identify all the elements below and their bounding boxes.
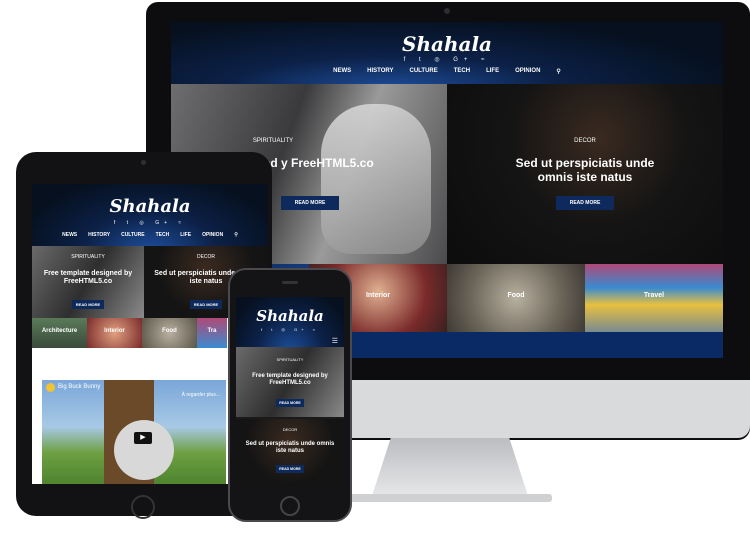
category-tile-travel[interactable]: Travel <box>585 264 723 332</box>
nav-item-history[interactable]: HISTORY <box>88 232 110 238</box>
main-nav: NEWS HISTORY CULTURE TECH LIFE OPINION ⚲ <box>32 232 268 238</box>
hero-title: Free template designed by FreeHTML5.co <box>252 373 328 387</box>
category-label: Food <box>507 292 525 299</box>
channel-avatar <box>46 383 55 392</box>
speaker-grille <box>282 281 298 284</box>
category-tile-interior[interactable]: Interior <box>87 318 142 348</box>
facebook-icon[interactable]: f <box>114 220 120 226</box>
nav-item-culture[interactable]: CULTURE <box>410 68 438 75</box>
home-button <box>280 496 300 516</box>
google-plus-icon[interactable]: G+ <box>453 57 473 63</box>
phone-screen: Shahala f t ◎ G+ ≈ ☰ SPIRITUALITY Free t… <box>236 297 344 489</box>
hero-slide-spirituality[interactable]: SPIRITUALITY Free template designed by F… <box>32 246 144 318</box>
nav-item-tech[interactable]: TECH <box>454 68 470 75</box>
nav-item-life[interactable]: LIFE <box>180 232 191 238</box>
rss-icon[interactable]: ≈ <box>481 57 490 63</box>
read-more-button[interactable]: READ MORE <box>556 196 614 210</box>
social-icons: f t ◎ G+ ≈ <box>32 220 268 226</box>
read-more-button[interactable]: READ MORE <box>281 196 339 210</box>
twitter-icon[interactable]: t <box>271 327 276 332</box>
category-tile-food[interactable]: Food <box>447 264 585 332</box>
twitter-icon[interactable]: t <box>127 220 133 226</box>
nav-item-opinion[interactable]: OPINION <box>515 68 540 75</box>
nav-item-news[interactable]: NEWS <box>333 68 351 75</box>
device-mockup-stage: Shahala f t ◎ G+ ≈ NEWS HISTORY CULTURE … <box>0 0 750 548</box>
hero-category: SPIRITUALITY <box>252 138 294 144</box>
rss-icon[interactable]: ≈ <box>178 220 186 226</box>
hero-category: DECOR <box>196 254 216 260</box>
video-title[interactable]: Big Buck Bunny <box>58 384 100 390</box>
hero-slide-decor[interactable]: DECOR Sed ut perspiciatis unde omnis ist… <box>236 419 344 489</box>
category-label: Interior <box>104 328 125 334</box>
hero-category: SPIRITUALITY <box>71 254 105 260</box>
camera-icon <box>141 160 146 165</box>
nav-item-life[interactable]: LIFE <box>486 68 499 75</box>
site-logo[interactable]: Shahala <box>32 196 268 217</box>
instagram-icon[interactable]: ◎ <box>139 220 148 226</box>
read-more-button[interactable]: READ MORE <box>72 300 104 309</box>
category-tile-travel[interactable]: Tra <box>197 318 227 348</box>
site-logo[interactable]: Shahala <box>236 307 344 325</box>
instagram-icon[interactable]: ◎ <box>434 57 445 63</box>
category-tile-food[interactable]: Food <box>142 318 197 348</box>
category-label: Travel <box>643 292 665 299</box>
social-icons: f t ◎ G+ ≈ <box>171 56 723 63</box>
monitor-stand <box>372 438 528 496</box>
main-nav: NEWS HISTORY CULTURE TECH LIFE OPINION ⚲ <box>171 68 723 75</box>
hero-category: DECOR <box>574 138 596 144</box>
nav-item-history[interactable]: HISTORY <box>367 68 393 75</box>
google-plus-icon[interactable]: G+ <box>294 327 307 332</box>
hero-slide-decor[interactable]: DECOR Sed ut perspiciatis unde omnis ist… <box>447 84 723 264</box>
social-icons: f t ◎ G+ ≈ <box>236 327 344 332</box>
hero-title: Sed ut perspiciatis unde omnis iste natu… <box>515 156 655 185</box>
nav-item-culture[interactable]: CULTURE <box>121 232 145 238</box>
hero-title: Free template designed by FreeHTML5.co <box>43 270 133 286</box>
hero-title: Sed ut perspiciatis unde omnis iste natu… <box>245 441 335 455</box>
category-label: Architecture <box>41 328 78 334</box>
nav-item-tech[interactable]: TECH <box>156 232 170 238</box>
camera-icon <box>444 8 450 14</box>
home-button <box>131 495 155 519</box>
category-tile-architecture[interactable]: Architecture <box>32 318 87 348</box>
read-more-button[interactable]: READ MORE <box>276 465 304 473</box>
read-more-button[interactable]: READ MORE <box>276 399 304 407</box>
nav-item-opinion[interactable]: OPINION <box>202 232 223 238</box>
monitor-stand-base <box>350 494 552 502</box>
read-more-button[interactable]: READ MORE <box>190 300 222 309</box>
rss-icon[interactable]: ≈ <box>313 327 319 332</box>
nav-item-news[interactable]: NEWS <box>62 232 77 238</box>
hero-category: SPIRITUALITY <box>276 357 304 362</box>
category-label: Food <box>162 328 177 334</box>
facebook-icon[interactable]: f <box>261 327 266 332</box>
site-logo[interactable]: Shahala <box>171 32 723 56</box>
category-label: Tra <box>207 328 217 334</box>
hero-slide-spirituality[interactable]: SPIRITUALITY Free template designed by F… <box>236 347 344 417</box>
site-header: Shahala f t ◎ G+ ≈ NEWS HISTORY CULTURE … <box>171 22 723 84</box>
google-plus-icon[interactable]: G+ <box>155 220 172 226</box>
search-icon[interactable]: ⚲ <box>234 232 238 238</box>
search-icon[interactable]: ⚲ <box>556 68 560 75</box>
hero-category: DECOR <box>282 427 298 432</box>
hands-image <box>321 104 431 254</box>
hamburger-menu-icon[interactable]: ☰ <box>332 337 338 345</box>
video-player[interactable]: Big Buck Bunny À regarder plus... ▶ <box>42 380 226 484</box>
facebook-icon[interactable]: f <box>404 57 412 63</box>
site-header: Shahala f t ◎ G+ ≈ NEWS HISTORY CULTURE … <box>32 184 268 246</box>
watch-later-button[interactable]: À regarder plus... <box>182 392 220 398</box>
play-icon[interactable]: ▶ <box>134 432 152 444</box>
site-header: Shahala f t ◎ G+ ≈ ☰ <box>236 297 344 347</box>
twitter-icon[interactable]: t <box>419 57 427 63</box>
instagram-icon[interactable]: ◎ <box>282 327 290 332</box>
bunny-image <box>114 420 174 480</box>
